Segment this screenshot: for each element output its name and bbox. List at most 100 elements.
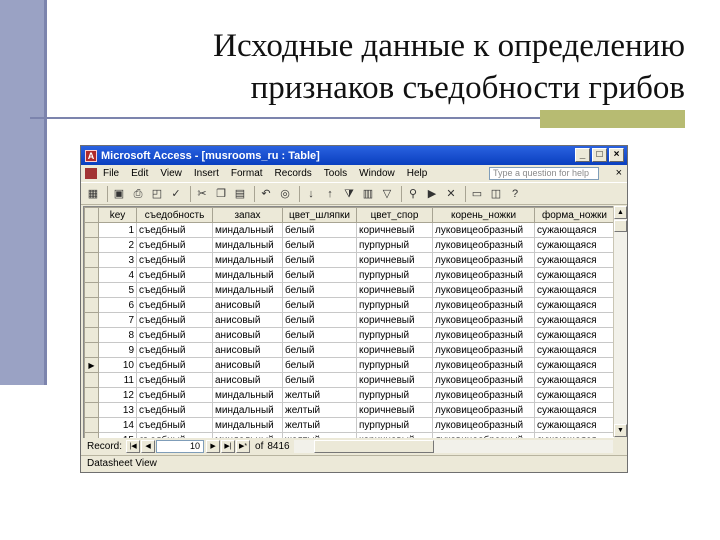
previous-record-icon[interactable]: ◀: [141, 440, 156, 453]
table-row[interactable]: 11 съедбный анисовый белый коричневый луковиц…: [84, 372, 614, 388]
table-cell[interactable]: анисовый: [212, 342, 283, 358]
minimize-button[interactable]: _: [575, 148, 590, 162]
table-cell[interactable]: 10: [98, 357, 137, 373]
delete-record-icon[interactable]: ✕: [443, 186, 459, 202]
next-record-icon[interactable]: ▶: [206, 440, 221, 453]
window-titlebar[interactable]: A Microsoft Access - [musrooms_ru : Tabl…: [81, 146, 627, 165]
column-header[interactable]: key: [98, 207, 137, 223]
table-row[interactable]: 14 съедбный миндальный желтый пурпурный луков…: [84, 417, 614, 433]
table-cell[interactable]: белый: [282, 327, 357, 343]
table-cell[interactable]: сужающаяся: [534, 402, 614, 418]
view-icon[interactable]: ▦: [85, 186, 101, 202]
table-row[interactable]: 15съедбныйминдальныйжелтыйкоричневыйлуко…: [84, 432, 614, 438]
new-object-icon[interactable]: ◫: [488, 186, 504, 202]
table-cell[interactable]: пурпурный: [356, 237, 433, 253]
save-icon[interactable]: ▣: [111, 186, 127, 202]
table-cell[interactable]: сужающаяся: [534, 357, 614, 373]
table-cell[interactable]: луковицеобразный: [432, 402, 535, 418]
table-cell[interactable]: миндальный: [212, 222, 283, 238]
horizontal-scroll-thumb[interactable]: [313, 440, 434, 453]
table-cell[interactable]: 11: [98, 372, 137, 388]
apply-filter-icon[interactable]: ▽: [379, 186, 395, 202]
table-cell[interactable]: съедбный: [136, 222, 213, 238]
table-cell[interactable]: съедбный: [136, 297, 213, 313]
record-selector[interactable]: [84, 252, 99, 268]
table-cell[interactable]: сужающаяся: [534, 342, 614, 358]
table-cell[interactable]: белый: [282, 372, 357, 388]
table-cell[interactable]: луковицеобразный: [432, 312, 535, 328]
column-header[interactable]: запах: [212, 207, 283, 223]
table-row[interactable]: 6 съедбный анисовый белый пурпурный луковицео…: [84, 297, 614, 313]
table-cell[interactable]: съедбный: [136, 312, 213, 328]
table-cell[interactable]: белый: [282, 282, 357, 298]
table-cell[interactable]: сужающаяся: [534, 327, 614, 343]
table-cell[interactable]: съедбный: [136, 342, 213, 358]
table-cell[interactable]: анисовый: [212, 297, 283, 313]
table-cell[interactable]: белый: [282, 237, 357, 253]
table-cell[interactable]: луковицеобразный: [432, 432, 535, 438]
table-cell[interactable]: пурпурный: [356, 327, 433, 343]
table-cell[interactable]: белый: [282, 267, 357, 283]
table-cell[interactable]: съедбный: [136, 327, 213, 343]
menu-tools[interactable]: Tools: [324, 168, 347, 179]
cut-icon[interactable]: ✂: [194, 186, 210, 202]
table-cell[interactable]: коричневый: [356, 222, 433, 238]
table-cell[interactable]: луковицеобразный: [432, 267, 535, 283]
table-cell[interactable]: 14: [98, 417, 137, 433]
table-cell[interactable]: сужающаяся: [534, 282, 614, 298]
table-cell[interactable]: съедбный: [136, 402, 213, 418]
table-cell[interactable]: коричневый: [356, 312, 433, 328]
table-cell[interactable]: сужающаяся: [534, 312, 614, 328]
table-row[interactable]: 4 съедбный миндальный белый пурпурный луковиц…: [84, 267, 614, 283]
scroll-down-icon[interactable]: ▼: [614, 424, 627, 437]
table-cell[interactable]: съедбный: [136, 432, 213, 438]
table-cell[interactable]: 2: [98, 237, 137, 253]
table-cell[interactable]: пурпурный: [356, 297, 433, 313]
menu-format[interactable]: Format: [231, 168, 263, 179]
table-cell[interactable]: коричневый: [356, 432, 433, 438]
column-header[interactable]: съедобность: [136, 207, 213, 223]
menu-window[interactable]: Window: [359, 168, 395, 179]
table-cell[interactable]: съедбный: [136, 372, 213, 388]
table-cell[interactable]: сужающаяся: [534, 417, 614, 433]
table-cell[interactable]: луковицеобразный: [432, 252, 535, 268]
column-header[interactable]: форма_ножки: [534, 207, 614, 223]
maximize-button[interactable]: □: [592, 148, 607, 162]
close-button[interactable]: ×: [609, 148, 624, 162]
table-row[interactable]: 2 съедбный миндальный белый пурпурный луковиц…: [84, 237, 614, 253]
table-cell[interactable]: луковицеобразный: [432, 297, 535, 313]
table-cell[interactable]: луковицеобразный: [432, 372, 535, 388]
table-cell[interactable]: съедбный: [136, 252, 213, 268]
filter-selection-icon[interactable]: ⧩: [341, 186, 357, 202]
record-selector[interactable]: [84, 402, 99, 418]
table-cell[interactable]: миндальный: [212, 402, 283, 418]
table-cell[interactable]: пурпурный: [356, 417, 433, 433]
column-header[interactable]: цвет_спор: [356, 207, 433, 223]
table-cell[interactable]: 6: [98, 297, 137, 313]
scroll-up-icon[interactable]: ▲: [614, 206, 627, 219]
table-cell[interactable]: анисовый: [212, 312, 283, 328]
print-icon[interactable]: ⎙: [130, 186, 146, 202]
table-cell[interactable]: коричневый: [356, 402, 433, 418]
new-record-icon[interactable]: ▶: [424, 186, 440, 202]
table-cell[interactable]: сужающаяся: [534, 387, 614, 403]
record-selector[interactable]: [84, 432, 99, 438]
table-cell[interactable]: белый: [282, 297, 357, 313]
table-cell[interactable]: съедбный: [136, 417, 213, 433]
table-cell[interactable]: миндальный: [212, 387, 283, 403]
scroll-thumb[interactable]: [614, 220, 627, 232]
table-cell[interactable]: анисовый: [212, 327, 283, 343]
last-record-icon[interactable]: ▶|: [221, 440, 236, 453]
first-record-icon[interactable]: |◀: [126, 440, 141, 453]
menu-view[interactable]: View: [160, 168, 182, 179]
table-cell[interactable]: 12: [98, 387, 137, 403]
record-selector[interactable]: [84, 222, 99, 238]
table-cell[interactable]: желтый: [282, 387, 357, 403]
record-selector[interactable]: [84, 312, 99, 328]
table-cell[interactable]: луковицеобразный: [432, 282, 535, 298]
table-cell[interactable]: съедбный: [136, 267, 213, 283]
table-cell[interactable]: сужающаяся: [534, 222, 614, 238]
table-cell[interactable]: 1: [98, 222, 137, 238]
table-cell[interactable]: съедбный: [136, 357, 213, 373]
table-cell[interactable]: белый: [282, 252, 357, 268]
